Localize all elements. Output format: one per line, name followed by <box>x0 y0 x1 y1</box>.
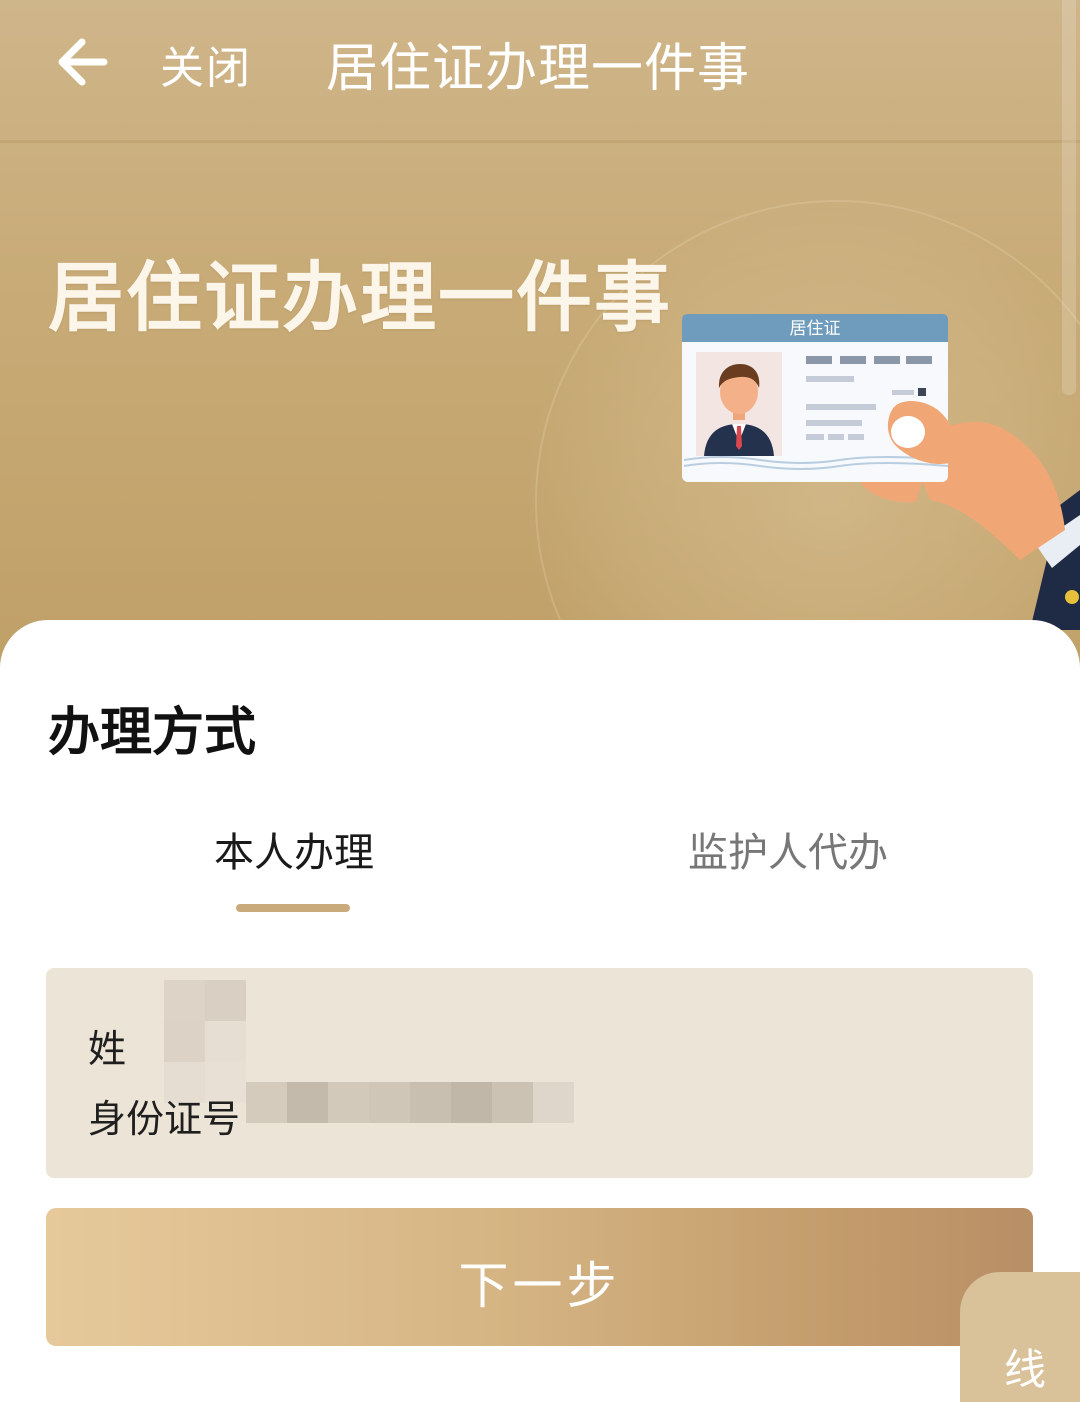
applicant-info-box: 姓 身份证号 <box>46 968 1033 1178</box>
tab-guardian[interactable]: 监护人代办 <box>688 820 888 878</box>
hero-banner: 关闭 居住证办理一件事 居住证办理一件事 居住证 <box>0 0 1080 700</box>
next-step-label: 下一步 <box>458 1257 621 1315</box>
id-number-value-redacted <box>246 1082 574 1123</box>
nav-title: 居住证办理一件事 <box>326 39 751 99</box>
floating-label: 线 <box>1004 1345 1047 1394</box>
name-value-redacted <box>164 980 246 1103</box>
card-label: 居住证 <box>790 319 841 339</box>
section-title: 办理方式 <box>48 703 257 763</box>
arrow-left-icon <box>58 38 108 86</box>
id-number-label: 身份证号 <box>88 1097 241 1141</box>
tab-active-indicator <box>236 904 350 912</box>
top-nav-bar: 关闭 居住证办理一件事 <box>0 0 1080 143</box>
service-card: 办理方式 本人办理 监护人代办 姓 身份证号 下一步 <box>0 620 1080 1390</box>
id-card-illustration: 居住证 <box>682 314 1080 630</box>
next-step-button[interactable]: 下一步 <box>46 1208 1033 1346</box>
hero-title: 居住证办理一件事 <box>48 253 672 342</box>
tab-self[interactable]: 本人办理 <box>214 820 374 878</box>
back-button[interactable] <box>52 30 116 94</box>
floating-online-button[interactable]: 线 <box>960 1272 1080 1402</box>
name-label: 姓 <box>88 1027 127 1071</box>
close-button[interactable]: 关闭 <box>160 32 252 96</box>
